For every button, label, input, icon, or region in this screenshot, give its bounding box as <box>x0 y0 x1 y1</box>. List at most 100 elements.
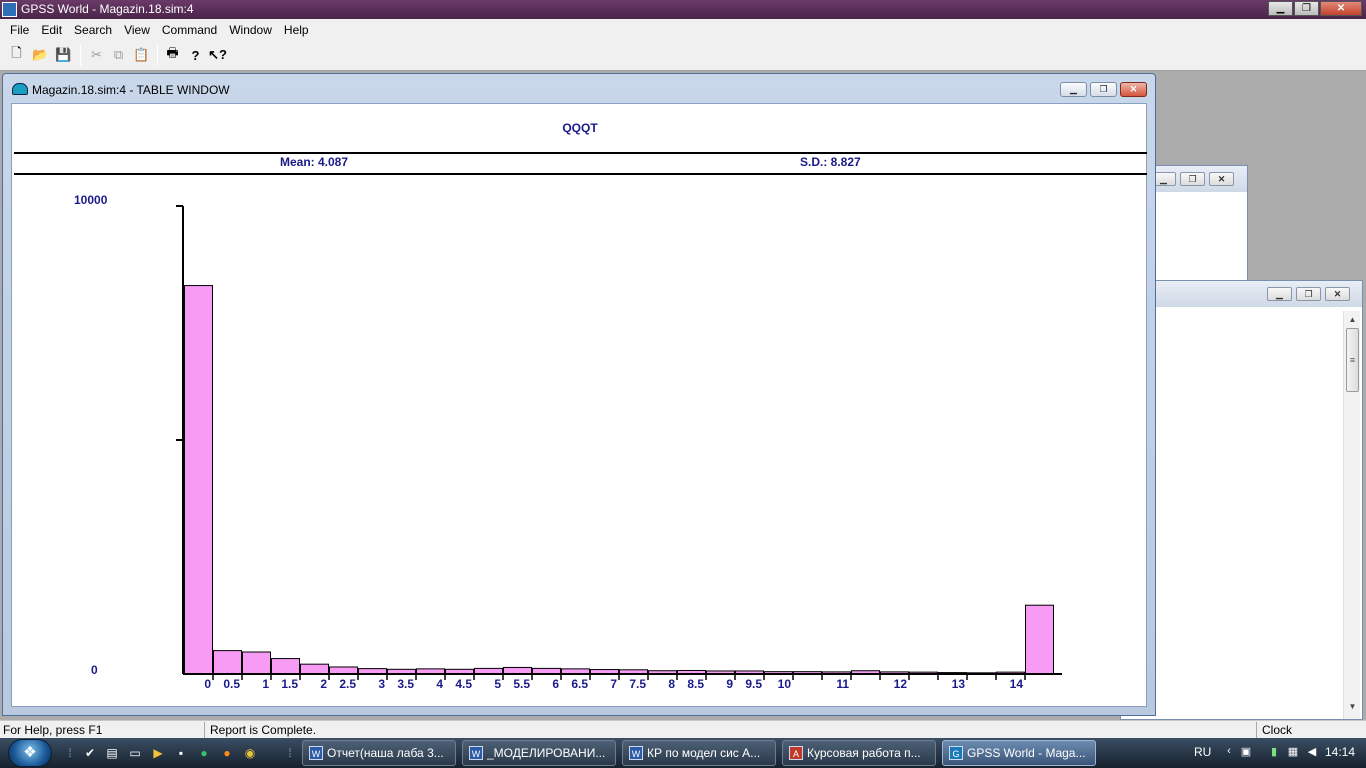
context-help-icon[interactable]: ↖? <box>207 45 228 65</box>
vertical-scrollbar[interactable]: ▲ ≡ ▼ <box>1343 311 1360 719</box>
toolbar-separator <box>157 44 158 66</box>
status-bar: For Help, press F1 Report is Complete. C… <box>0 720 1366 738</box>
restore-button[interactable]: ❐ <box>1294 1 1319 16</box>
task-label: Курсовая работа п... <box>807 746 921 760</box>
x-tick-label: 9 <box>726 677 733 691</box>
volume-icon[interactable]: ◀ <box>1305 745 1319 759</box>
task-label: _МОДЕЛИРОВАНИ... <box>487 746 606 760</box>
copy-icon[interactable]: ⧉ <box>108 45 129 65</box>
menu-window[interactable]: Window <box>223 23 278 37</box>
show-desktop-icon[interactable]: ✔ <box>82 745 98 761</box>
chrome-icon[interactable]: ◉ <box>242 745 258 761</box>
status-help: For Help, press F1 <box>0 722 205 738</box>
x-tick-label: 6 <box>552 677 559 691</box>
word-doc-icon: W <box>309 746 323 760</box>
x-tick-label: 2.5 <box>339 677 356 691</box>
close-button[interactable]: ✕ <box>1325 287 1350 301</box>
x-tick-label: 8.5 <box>687 677 704 691</box>
close-button[interactable]: ✕ <box>1120 82 1147 97</box>
menu-search[interactable]: Search <box>68 23 118 37</box>
app-title: GPSS World - Magazin.18.sim:4 <box>21 2 194 16</box>
scroll-up-icon[interactable]: ▲ <box>1344 311 1361 328</box>
x-tick-label: 8 <box>668 677 675 691</box>
clock-time[interactable]: 14:14 <box>1325 745 1355 759</box>
histogram-bar <box>271 658 300 675</box>
histogram-bar <box>184 285 213 675</box>
open-folder-icon[interactable]: 📂 <box>30 45 51 65</box>
table-window-controls: ▁ ❐ ✕ <box>1060 82 1147 97</box>
print-icon[interactable]: 🖶 <box>162 45 183 65</box>
task-button-1[interactable]: W Отчет(наша лаба 3... <box>302 740 456 766</box>
menu-bar: File Edit Search View Command Window Hel… <box>0 19 1366 40</box>
x-tick-label: 13 <box>952 677 966 691</box>
minimize-button[interactable]: ▁ <box>1267 287 1292 301</box>
toolbar-separator <box>80 44 81 66</box>
task-button-2[interactable]: W _МОДЕЛИРОВАНИ... <box>462 740 616 766</box>
explorer-icon[interactable]: ▤ <box>104 745 120 761</box>
background-window-2-controls: ▁ ❐ ✕ <box>1267 287 1350 301</box>
minimize-button[interactable]: ▁ <box>1268 1 1293 16</box>
chat-icon[interactable]: ● <box>196 745 212 761</box>
new-file-icon[interactable]: 🗋 <box>6 45 27 65</box>
firefox-icon[interactable]: ● <box>219 745 235 761</box>
x-tick-label: 5.5 <box>513 677 530 691</box>
pdf-icon: A <box>789 746 803 760</box>
menu-file[interactable]: File <box>4 23 35 37</box>
cut-icon[interactable]: ✂ <box>86 45 107 65</box>
background-window-2-titlebar[interactable]: ▁ ❐ ✕ <box>1121 281 1362 307</box>
mdi-workspace: ▁ ❐ ✕ ▁ ❐ ✕ ▲ ≡ ▼ Magazin.18.sim:4 - TAB… <box>0 72 1366 720</box>
taskbar-separator: ⁞ <box>288 746 292 760</box>
menu-command[interactable]: Command <box>156 23 223 37</box>
x-tick-label: 6.5 <box>571 677 588 691</box>
x-tick-label: 4 <box>436 677 443 691</box>
x-tick-label: 7.5 <box>629 677 646 691</box>
histogram-bar <box>1025 604 1054 675</box>
paste-icon[interactable]: 📋 <box>131 45 152 65</box>
menu-help[interactable]: Help <box>278 23 315 37</box>
task-button-5[interactable]: G GPSS World - Maga... <box>942 740 1096 766</box>
task-button-3[interactable]: W КР по модел сис А... <box>622 740 776 766</box>
x-tick-label: 11 <box>836 677 849 691</box>
language-indicator[interactable]: RU <box>1194 745 1211 759</box>
restore-button[interactable]: ❐ <box>1296 287 1321 301</box>
restore-button[interactable]: ❐ <box>1180 172 1205 186</box>
x-tick-label: 1 <box>262 677 269 691</box>
start-button[interactable]: ❖ <box>8 739 52 767</box>
usb-device-icon[interactable]: ▣ <box>1239 745 1253 759</box>
x-tick-label: 3 <box>378 677 385 691</box>
restore-button[interactable]: ❐ <box>1090 82 1117 97</box>
table-window-icon <box>12 83 28 95</box>
scroll-down-icon[interactable]: ▼ <box>1344 698 1361 715</box>
help-icon[interactable]: ? <box>185 45 206 65</box>
save-icon[interactable]: 💾 <box>53 45 74 65</box>
toolbar: 🗋 📂 💾 ✂ ⧉ 📋 🖶 ? ↖? <box>0 40 1366 71</box>
table-window-title: Magazin.18.sim:4 - TABLE WINDOW <box>32 83 230 97</box>
desktop-icon[interactable]: ▭ <box>127 745 143 761</box>
menu-view[interactable]: View <box>118 23 156 37</box>
x-tick-label: 4.5 <box>455 677 472 691</box>
disk-icon[interactable]: ▪ <box>173 745 189 761</box>
table-window-titlebar[interactable]: Magazin.18.sim:4 - TABLE WINDOW ▁ ❐ ✕ <box>3 74 1155 103</box>
table-window[interactable]: Magazin.18.sim:4 - TABLE WINDOW ▁ ❐ ✕ QQ… <box>2 73 1156 716</box>
menu-edit[interactable]: Edit <box>35 23 68 37</box>
close-button[interactable]: ✕ <box>1320 1 1362 16</box>
x-tick-label: 2 <box>320 677 327 691</box>
x-tick-label: 5 <box>494 677 501 691</box>
scroll-thumb[interactable]: ≡ <box>1346 328 1359 392</box>
word-doc-icon: W <box>629 746 643 760</box>
network-icon[interactable]: ▦ <box>1286 745 1300 759</box>
x-tick-label: 0 <box>204 677 211 691</box>
minimize-button[interactable]: ▁ <box>1060 82 1087 97</box>
app-window-controls: ▁ ❐ ✕ <box>1268 1 1362 16</box>
task-button-4[interactable]: A Курсовая работа п... <box>782 740 936 766</box>
close-button[interactable]: ✕ <box>1209 172 1234 186</box>
show-hidden-icons-icon[interactable]: ‹ <box>1222 744 1236 758</box>
media-player-icon[interactable]: ▶ <box>150 745 166 761</box>
battery-icon[interactable]: ▮ <box>1267 745 1281 759</box>
histogram-chart: 0 0.5 1 1.5 2 2.5 3 3.5 4 4.5 5 5.5 6 6.5 7 7.5 8 8.5 9 9.5… <box>176 205 1062 691</box>
x-tick-label: 12 <box>894 677 908 691</box>
x-tick-label: 9.5 <box>745 677 762 691</box>
app-title-bar: GPSS World - Magazin.18.sim:4 ▁ ❐ ✕ <box>0 0 1366 19</box>
background-window-2[interactable]: ▁ ❐ ✕ ▲ ≡ ▼ <box>1120 280 1363 720</box>
task-label: GPSS World - Maga... <box>967 746 1086 760</box>
